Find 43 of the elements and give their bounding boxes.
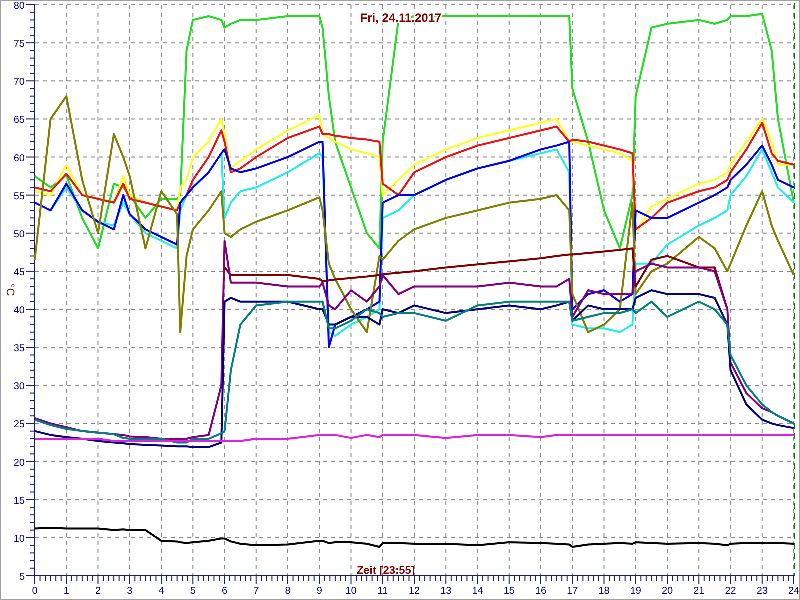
axis-tick-label: 18	[598, 586, 610, 597]
axis-tick-label: 60	[14, 153, 25, 164]
axis-tick-label: 80	[14, 1, 25, 12]
axis-title: Zeit [23:55]	[356, 565, 416, 577]
axis-tick-label: 5	[190, 586, 196, 597]
axis-tick-label: 3	[127, 586, 133, 597]
axis-tick-label: 5	[19, 572, 25, 583]
axis-tick-label: 15	[14, 496, 25, 507]
axis-tick-label: 6	[222, 586, 228, 597]
axis-tick-label: 75	[14, 39, 25, 50]
axis-tick-label: 22	[725, 586, 736, 597]
axis-tick-label: 30	[14, 382, 25, 393]
axis-tick-label: 65	[14, 115, 25, 126]
axis-tick-label: 70	[14, 77, 25, 88]
axis-tick-label: 25	[14, 420, 25, 431]
axis-tick-label: 40	[14, 306, 25, 317]
axis-tick-label: 10	[346, 586, 357, 597]
axis-tick-label: 19	[630, 586, 642, 597]
axis-tick-label: 1	[64, 586, 70, 597]
axis-tick-label: 23	[756, 586, 768, 597]
axis-tick-label: 7	[254, 586, 260, 597]
axis-tick-label: 20	[662, 586, 674, 597]
axis-tick-label: 0	[32, 586, 38, 597]
axis-tick-label: 45	[14, 267, 25, 278]
axis-tick-label: 24	[788, 586, 799, 597]
axis-tick-label: 55	[14, 191, 25, 202]
axis-title: °C	[4, 284, 16, 296]
axis-tick-label: 50	[14, 229, 25, 240]
axis-tick-label: 14	[472, 586, 484, 597]
axis-tick-label: 16	[535, 586, 547, 597]
axis-tick-label: 10	[14, 534, 25, 545]
axis-tick-label: 2	[95, 586, 102, 597]
axis-tick-label: 4	[158, 586, 164, 597]
axis-tick-label: 9	[316, 586, 322, 597]
axis-tick-label: 13	[440, 586, 452, 597]
axis-tick-label: 8	[285, 586, 291, 597]
axis-tick-label: 35	[14, 344, 25, 355]
axis-tick-label: 11	[378, 586, 388, 597]
axis-tick-label: 15	[504, 586, 515, 597]
axis-tick-label: 12	[408, 586, 420, 597]
axis-tick-label: 17	[567, 586, 578, 597]
axis-tick-label: 21	[694, 586, 705, 597]
axis-tick-label: 20	[14, 458, 25, 469]
